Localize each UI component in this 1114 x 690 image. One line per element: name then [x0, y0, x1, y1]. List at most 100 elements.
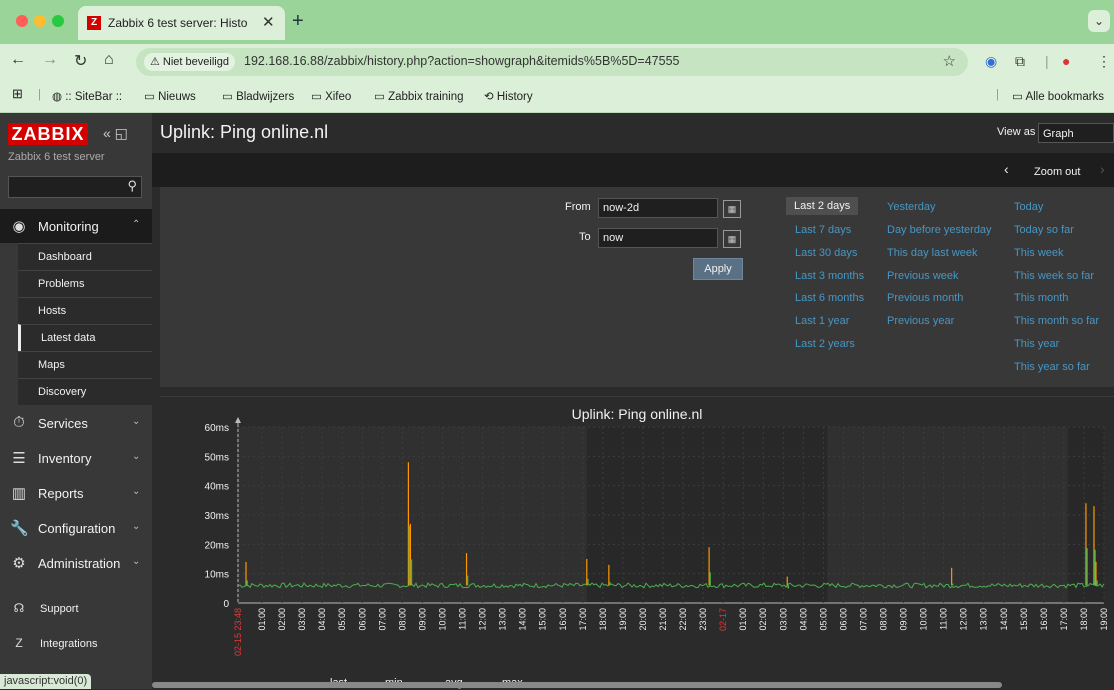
submenu-latest-data[interactable]: Latest data — [18, 324, 155, 351]
quick-last-3-months[interactable]: Last 3 months — [795, 270, 864, 282]
sidebar-search-input[interactable]: ⚲ — [8, 176, 142, 198]
quick-this-year[interactable]: This year — [1014, 338, 1059, 350]
submenu-label: Discovery — [38, 386, 87, 398]
submenu-label: Hosts — [38, 305, 67, 317]
quick-this-week-so-far[interactable]: This week so far — [1014, 270, 1094, 282]
all-bookmarks[interactable]: ▭ Alle bookmarks — [1012, 89, 1104, 103]
x-tick-label: 21:00 — [658, 608, 668, 631]
quick-last-1-year[interactable]: Last 1 year — [795, 315, 849, 327]
menu-integrations[interactable]: Z Integrations — [0, 629, 152, 659]
bookmark-nieuws[interactable]: ▭ Nieuws — [144, 89, 196, 103]
quick-last-7-days[interactable]: Last 7 days — [795, 224, 851, 236]
password-manager-icon[interactable]: ◉ — [985, 53, 997, 70]
quick-previous-year[interactable]: Previous year — [887, 315, 954, 327]
bookmark-history[interactable]: ⟲ History — [484, 89, 533, 103]
back-arrow-icon[interactable]: ← — [10, 51, 26, 69]
horizontal-scrollbar[interactable] — [152, 682, 1002, 688]
bookmarks-divider: | — [38, 89, 41, 101]
apply-button[interactable]: Apply — [693, 258, 743, 280]
chevron-right-icon[interactable]: › — [1100, 161, 1105, 177]
menu-support[interactable]: ☊ Support — [0, 594, 152, 624]
home-icon[interactable]: ⌂ — [104, 51, 114, 69]
extensions-icon[interactable]: ⧉ — [1015, 53, 1025, 70]
x-tick-label: 16:00 — [558, 608, 568, 631]
url-text[interactable]: 192.168.16.88/zabbix/history.php?action=… — [244, 54, 679, 68]
quick-this-month[interactable]: This month — [1014, 292, 1068, 304]
folder-icon: ▭ — [374, 91, 389, 103]
chevron-left-icon[interactable]: ‹ — [1004, 161, 1009, 177]
quick-this-day-last-week[interactable]: This day last week — [887, 247, 977, 259]
x-tick-label: 01:00 — [257, 608, 267, 631]
quick-today-so-far[interactable]: Today so far — [1014, 224, 1074, 236]
from-input[interactable]: now-2d — [598, 198, 718, 218]
quick-day-before-yesterday[interactable]: Day before yesterday — [887, 224, 992, 236]
quick-this-week[interactable]: This week — [1014, 247, 1064, 259]
menu-reports[interactable]: ▥ Reports ⌄ — [0, 476, 152, 510]
quick-this-year-so-far[interactable]: This year so far — [1014, 361, 1090, 373]
submenu-dashboard[interactable]: Dashboard — [18, 243, 152, 270]
tab-search-chevron-icon[interactable]: ⌄ — [1088, 10, 1110, 32]
view-as-select[interactable]: Graph — [1038, 123, 1114, 143]
submenu-hosts[interactable]: Hosts — [18, 297, 152, 324]
search-icon[interactable]: ⚲ — [127, 178, 137, 194]
bookmark-label: Bladwijzers — [236, 91, 295, 103]
quick-last-6-months[interactable]: Last 6 months — [795, 292, 864, 304]
bookmark-xifeo[interactable]: ▭ Xifeo — [311, 89, 351, 103]
x-tick-label: 12:00 — [478, 608, 488, 631]
collapse-sidebar-icon[interactable]: « ◱ — [103, 125, 128, 142]
quick-last-2-years[interactable]: Last 2 years — [795, 338, 855, 350]
browser-tab[interactable]: Z Zabbix 6 test server: History ✕ — [78, 6, 285, 40]
bookmark-sitebar[interactable]: ◍ :: SiteBar :: — [52, 89, 122, 103]
quick-last-30-days[interactable]: Last 30 days — [795, 247, 857, 259]
quick-this-month-so-far[interactable]: This month so far — [1014, 315, 1099, 327]
x-tick-label: 02-17 — [718, 608, 728, 631]
menu-inventory[interactable]: ☰ Inventory ⌄ — [0, 441, 152, 475]
x-tick-label: 10:00 — [919, 608, 929, 631]
bookmark-star-icon[interactable]: ☆ — [943, 52, 956, 70]
quick-today[interactable]: Today — [1014, 201, 1043, 213]
menu-monitoring[interactable]: ◉ Monitoring ⌃ — [0, 209, 152, 243]
quick-yesterday[interactable]: Yesterday — [887, 201, 936, 213]
forward-arrow-icon[interactable]: → — [42, 51, 58, 69]
bookmarks-divider: | — [996, 89, 999, 101]
submenu-discovery[interactable]: Discovery — [18, 378, 152, 405]
zabbix-logo[interactable]: ZABBIX — [8, 123, 88, 145]
bookmark-bladwijzers[interactable]: ▭ Bladwijzers — [222, 89, 294, 103]
profile-avatar-icon[interactable]: ● — [1062, 53, 1070, 69]
maximize-window-button[interactable] — [52, 15, 64, 27]
menu-services[interactable]: ⏱ Services ⌄ — [0, 406, 152, 440]
x-tick-label: 19:00 — [1099, 608, 1109, 631]
x-tick-label: 18:00 — [1079, 608, 1089, 631]
apps-grid-icon[interactable]: ⊞ — [12, 86, 23, 102]
security-indicator[interactable]: ⚠ Niet beveiligd — [144, 53, 235, 71]
bookmark-zabbix-training[interactable]: ▭ Zabbix training — [374, 89, 464, 103]
menu-configuration[interactable]: 🔧 Configuration ⌄ — [0, 511, 152, 545]
new-tab-button[interactable]: + — [292, 10, 304, 33]
submenu-problems[interactable]: Problems — [18, 270, 152, 297]
quick-last-2-days[interactable]: Last 2 days — [786, 197, 859, 215]
y-tick-label: 50ms — [205, 452, 229, 463]
ping-graph[interactable]: Uplink: Ping online.nl 0 10ms 20ms 30ms 40ms 5… — [160, 397, 1114, 690]
close-window-button[interactable] — [16, 15, 28, 27]
submenu-maps[interactable]: Maps — [18, 351, 152, 378]
calendar-icon[interactable]: ▦ — [723, 200, 741, 218]
reload-icon[interactable]: ↻ — [74, 51, 87, 71]
quick-previous-month[interactable]: Previous month — [887, 292, 963, 304]
x-tick-label: 15:00 — [538, 608, 548, 631]
minimize-window-button[interactable] — [34, 15, 46, 27]
x-tick-label: 13:00 — [498, 608, 508, 631]
to-input[interactable]: now — [598, 228, 718, 248]
x-tick-label: 11:00 — [458, 608, 468, 630]
close-tab-icon[interactable]: ✕ — [262, 13, 275, 31]
zoom-out-button[interactable]: Zoom out — [1034, 166, 1080, 178]
server-name: Zabbix 6 test server — [8, 151, 105, 163]
calendar-icon[interactable]: ▦ — [723, 230, 741, 248]
quick-previous-week[interactable]: Previous week — [887, 270, 959, 282]
x-tick-label: 09:00 — [417, 608, 427, 631]
menu-administration[interactable]: ⚙ Administration ⌄ — [0, 546, 152, 580]
address-bar[interactable]: ⚠ Niet beveiligd 192.168.16.88/zabbix/hi… — [136, 48, 968, 76]
x-tick-label: 02-15 23:48 — [233, 608, 243, 656]
to-label: To — [579, 231, 591, 243]
gear-icon: ⚙ — [12, 555, 26, 572]
browser-menu-icon[interactable]: ⋮ — [1097, 53, 1111, 70]
